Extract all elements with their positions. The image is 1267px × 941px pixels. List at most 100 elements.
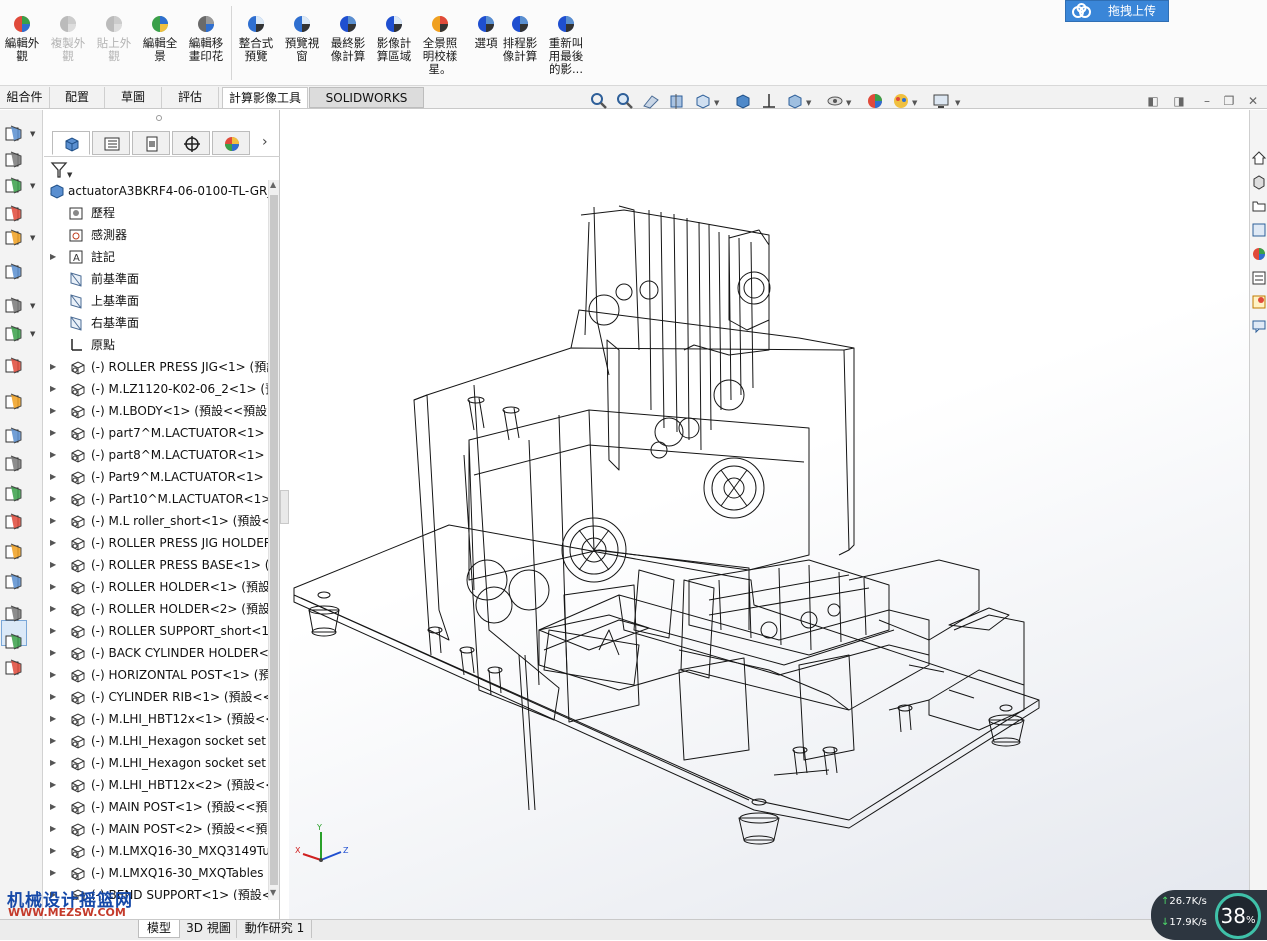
smart-fasteners-icon[interactable]	[4, 204, 24, 224]
zoom-to-fit-icon[interactable]	[590, 92, 608, 110]
previous-view-icon[interactable]	[642, 92, 660, 110]
expand-arrow-icon[interactable]: ▶	[50, 840, 56, 862]
measure-icon[interactable]	[4, 572, 24, 592]
view-palette-icon[interactable]	[1251, 222, 1267, 238]
ribbon-tool-9[interactable]: 全景照明校樣星。	[418, 14, 462, 76]
scroll-down-icon[interactable]: ▼	[270, 888, 276, 897]
mate-icon[interactable]	[4, 150, 24, 170]
tree-item[interactable]: ▶ (-) ROLLER PRESS BASE<1> (預	[44, 554, 268, 576]
expand-arrow-icon[interactable]: ▶	[50, 532, 56, 554]
view-settings-icon[interactable]	[892, 92, 910, 110]
filter-icon[interactable]: ▼	[49, 160, 73, 180]
expand-arrow-icon[interactable]: ▶	[50, 554, 56, 576]
monitor-dropdown[interactable]: ▼	[955, 99, 960, 107]
view-orientation-icon[interactable]	[694, 92, 712, 110]
toolbar-dropdown-icon[interactable]: ▼	[30, 234, 35, 242]
tab-solidworks-mbd[interactable]: SOLIDWORKS MBD	[309, 87, 424, 125]
appearances-icon[interactable]	[1251, 246, 1267, 262]
ribbon-tool-8[interactable]: 影像計算區域	[372, 14, 416, 63]
check-icon[interactable]	[4, 658, 24, 678]
expand-arrow-icon[interactable]: ▶	[50, 598, 56, 620]
tree-item[interactable]: ▶ (-) part7^M.LACTUATOR<1> (	[44, 422, 268, 444]
tree-item[interactable]: ▶ A 註記	[44, 246, 268, 268]
close-icon[interactable]: ✕	[1246, 94, 1260, 108]
expand-arrow-icon[interactable]: ▶	[50, 708, 56, 730]
upload-button[interactable]: 拖拽上传	[1065, 0, 1169, 22]
section-properties-icon[interactable]	[4, 632, 24, 652]
edit-appearance-icon[interactable]	[786, 92, 804, 110]
expand-arrow-icon[interactable]: ▶	[50, 378, 56, 400]
tree-item[interactable]: ▶ (-) M.LMXQ16-30_MXQTables	[44, 862, 268, 884]
tree-item[interactable]: 右基準面	[44, 312, 268, 334]
interference-detection-icon[interactable]	[4, 484, 24, 504]
file-explorer-icon[interactable]	[1251, 198, 1267, 214]
tree-item[interactable]: ▶ (-) CYLINDER RIB<1> (預設<<預	[44, 686, 268, 708]
collapse-left-icon[interactable]: ◧	[1146, 94, 1160, 108]
expand-arrow-icon[interactable]: ▶	[50, 752, 56, 774]
tab-evaluate[interactable]: 評估	[162, 87, 219, 108]
expand-arrow-icon[interactable]: ▶	[50, 664, 56, 686]
tree-item[interactable]: ▶ (-) M.LHI_Hexagon socket set s	[44, 730, 268, 752]
tree-item[interactable]: 感測器	[44, 224, 268, 246]
tree-item[interactable]: ▶ (-) ROLLER HOLDER<2> (預設<	[44, 598, 268, 620]
apply-scene-icon[interactable]	[866, 92, 884, 110]
design-library-icon[interactable]	[1251, 174, 1267, 190]
tab-layout[interactable]: 配置	[50, 87, 105, 108]
tree-item[interactable]: ▶ (-) M.LBODY<1> (預設<<預設>	[44, 400, 268, 422]
toolbar-dropdown-icon[interactable]: ▼	[30, 130, 35, 138]
tree-item[interactable]: 前基準面	[44, 268, 268, 290]
tree-scrollbar[interactable]: ▲ ▼	[268, 180, 279, 900]
tree-item[interactable]: 歷程	[44, 202, 268, 224]
scene-icon[interactable]	[826, 92, 844, 110]
graphics-viewport[interactable]: Y X Z	[289, 110, 1249, 919]
minimize-icon[interactable]: –	[1200, 94, 1214, 108]
ribbon-tool-2[interactable]: 貼上外觀	[92, 14, 136, 63]
tab-dimxpert-manager[interactable]	[172, 131, 210, 155]
expand-arrow-icon[interactable]: ▶	[50, 576, 56, 598]
solidworks-resources-icon[interactable]	[1251, 294, 1267, 310]
tree-root[interactable]: ◢ actuatorA3BKRF4-06-0100-TL-GR_l	[44, 180, 268, 202]
show-hidden-icon[interactable]	[4, 262, 24, 282]
tree-item[interactable]: ▶ (-) BACK CYLINDER HOLDER<1	[44, 642, 268, 664]
ribbon-tool-5[interactable]: 整合式預覽	[234, 14, 278, 63]
tree-item[interactable]: ▶ (-) Part9^M.LACTUATOR<1> (	[44, 466, 268, 488]
tab-display-manager[interactable]	[212, 131, 250, 155]
wireframe-model[interactable]	[289, 110, 1249, 919]
appearance-dropdown[interactable]: ▼	[806, 99, 811, 107]
expand-arrow-icon[interactable]: ▶	[50, 620, 56, 642]
tab-feature-tree[interactable]	[52, 131, 90, 155]
new-motion-study-icon[interactable]	[4, 356, 24, 376]
restore-icon[interactable]: ❐	[1222, 94, 1236, 108]
tree-item[interactable]: ▶ (-) Part10^M.LACTUATOR<1> (	[44, 488, 268, 510]
tree-item[interactable]: ▶ (-) ROLLER SUPPORT_short<1>	[44, 620, 268, 642]
tab-assembly[interactable]: 組合件	[0, 87, 50, 108]
tree-item[interactable]: ▶ (-) ROLLER PRESS JIG<1> (預設	[44, 356, 268, 378]
network-speed-widget[interactable]: ↑26.7K/s ↓17.9K/s 38%	[1151, 890, 1267, 940]
move-component-icon[interactable]	[4, 228, 24, 248]
zoom-area-icon[interactable]	[616, 92, 634, 110]
ribbon-tool-6[interactable]: 預覽視窗	[280, 14, 324, 63]
tab-sketch[interactable]: 草圖	[105, 87, 162, 108]
tree-item[interactable]: ▶ (-) M.LHI_HBT12x<1> (預設<<預	[44, 708, 268, 730]
expand-arrow-icon[interactable]: ▶	[50, 488, 56, 510]
panel-splitter[interactable]	[280, 490, 289, 524]
monitor-icon[interactable]	[932, 92, 950, 110]
toolbar-dropdown-icon[interactable]: ▼	[30, 182, 35, 190]
ribbon-tool-0[interactable]: 編輯外觀	[0, 14, 44, 63]
ribbon-tool-1[interactable]: 複製外觀	[46, 14, 90, 63]
hide-show-items-icon[interactable]	[760, 92, 778, 110]
hole-alignment-icon[interactable]	[4, 542, 24, 562]
expand-arrow-icon[interactable]: ▶	[50, 796, 56, 818]
toolbar-dropdown-icon[interactable]: ▼	[30, 330, 35, 338]
expand-arrow-icon[interactable]: ▶	[50, 686, 56, 708]
tab-3d-views[interactable]: 3D 視圖	[181, 920, 237, 938]
home-icon[interactable]	[1251, 150, 1267, 166]
exploded-view-icon[interactable]	[4, 426, 24, 446]
tab-motion-study[interactable]: 動作研究 1	[238, 920, 312, 938]
ribbon-tool-4[interactable]: 編輯移畫印花	[184, 14, 228, 63]
tree-item[interactable]: ▶ (-) M.LHI_HBT12x<2> (預設<<預	[44, 774, 268, 796]
scroll-up-icon[interactable]: ▲	[270, 180, 276, 189]
insert-component-icon[interactable]	[4, 124, 24, 144]
expand-arrow-icon[interactable]: ▶	[50, 818, 56, 840]
expand-arrow-icon[interactable]: ▶	[50, 862, 56, 884]
